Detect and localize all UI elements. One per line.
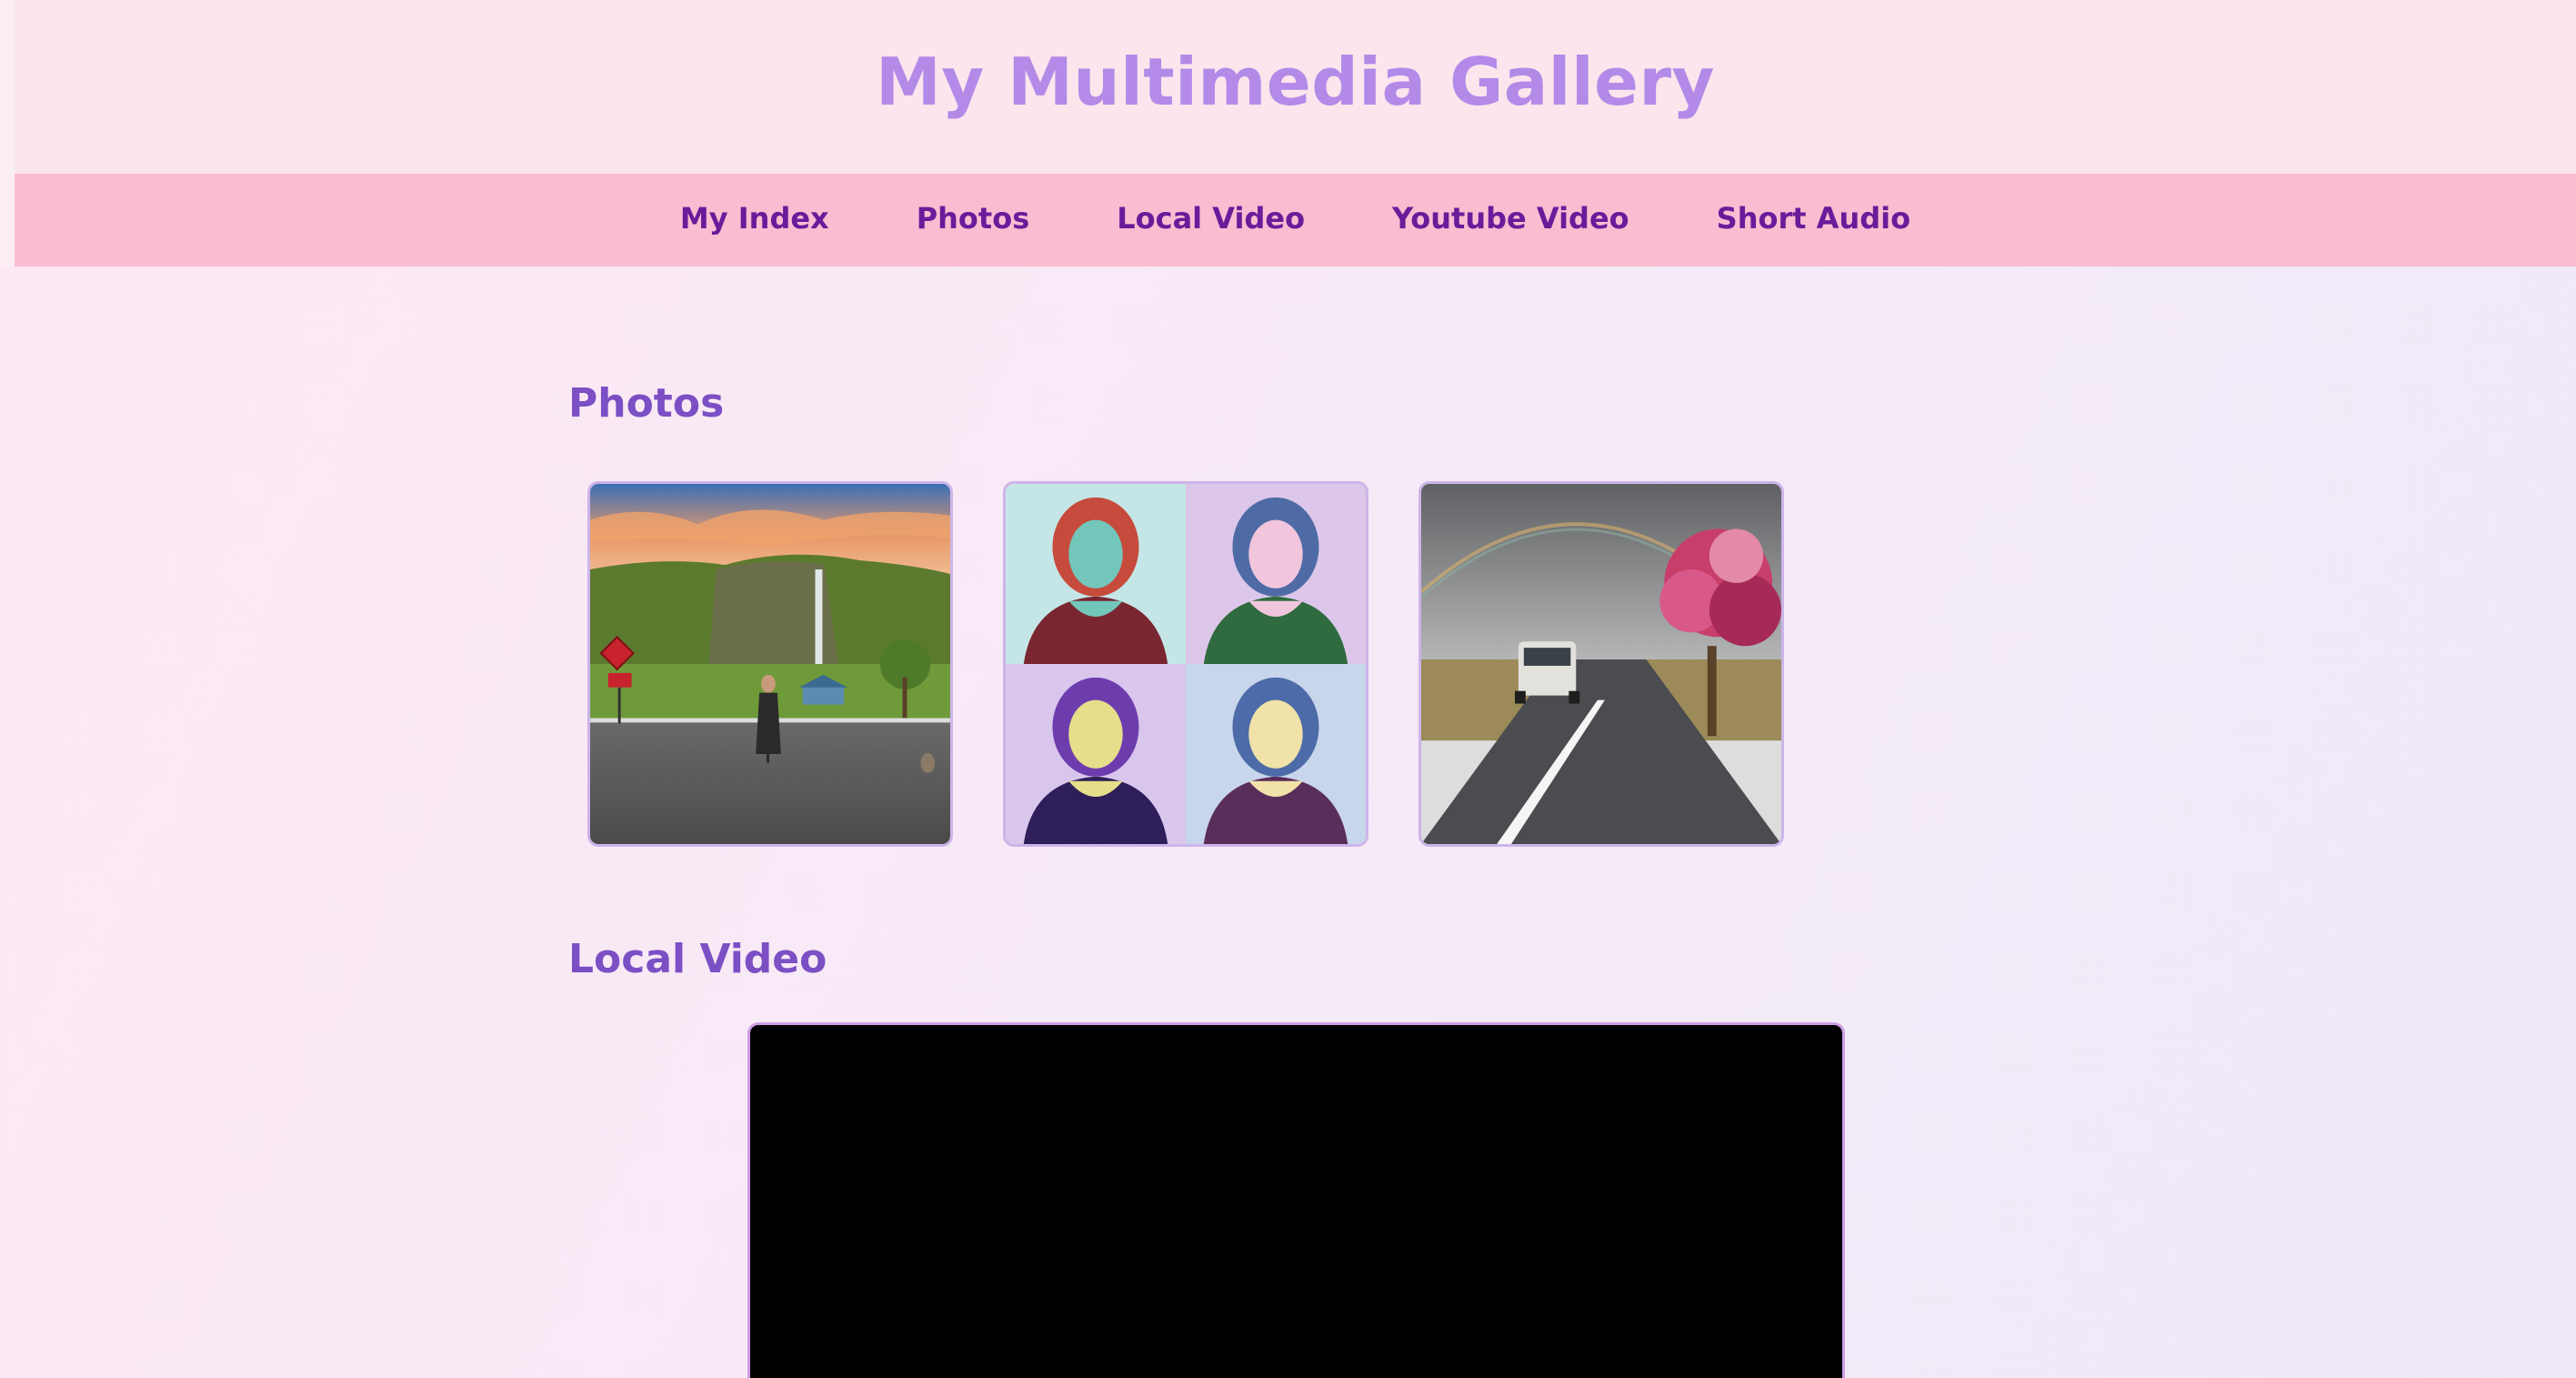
- nav-link-photos[interactable]: Photos: [917, 201, 1030, 236]
- nav-link-local-video[interactable]: Local Video: [1117, 201, 1305, 236]
- nav-link-youtube-video[interactable]: Youtube Video: [1392, 201, 1629, 236]
- site-header: My Multimedia Gallery: [15, 0, 2576, 174]
- nav-link-short-audio[interactable]: Short Audio: [1717, 201, 1910, 236]
- photo-pop-art-portraits[interactable]: [1003, 481, 1368, 847]
- photos-heading: Photos: [568, 380, 725, 427]
- photo-road-van[interactable]: [1418, 481, 1784, 847]
- landscape-photo-image: [590, 484, 950, 844]
- local-video-player[interactable]: [747, 1022, 1845, 1378]
- road-photo-image: [1421, 484, 1781, 844]
- nav-link-my-index[interactable]: My Index: [680, 201, 829, 236]
- main-nav: My Index Photos Local Video Youtube Vide…: [15, 174, 2576, 267]
- site-title: My Multimedia Gallery: [876, 43, 1715, 120]
- page-edge-strip: [0, 0, 15, 266]
- local-video-heading: Local Video: [568, 936, 827, 982]
- photo-landscape[interactable]: [587, 481, 953, 847]
- portraits-photo-image: [1006, 484, 1366, 844]
